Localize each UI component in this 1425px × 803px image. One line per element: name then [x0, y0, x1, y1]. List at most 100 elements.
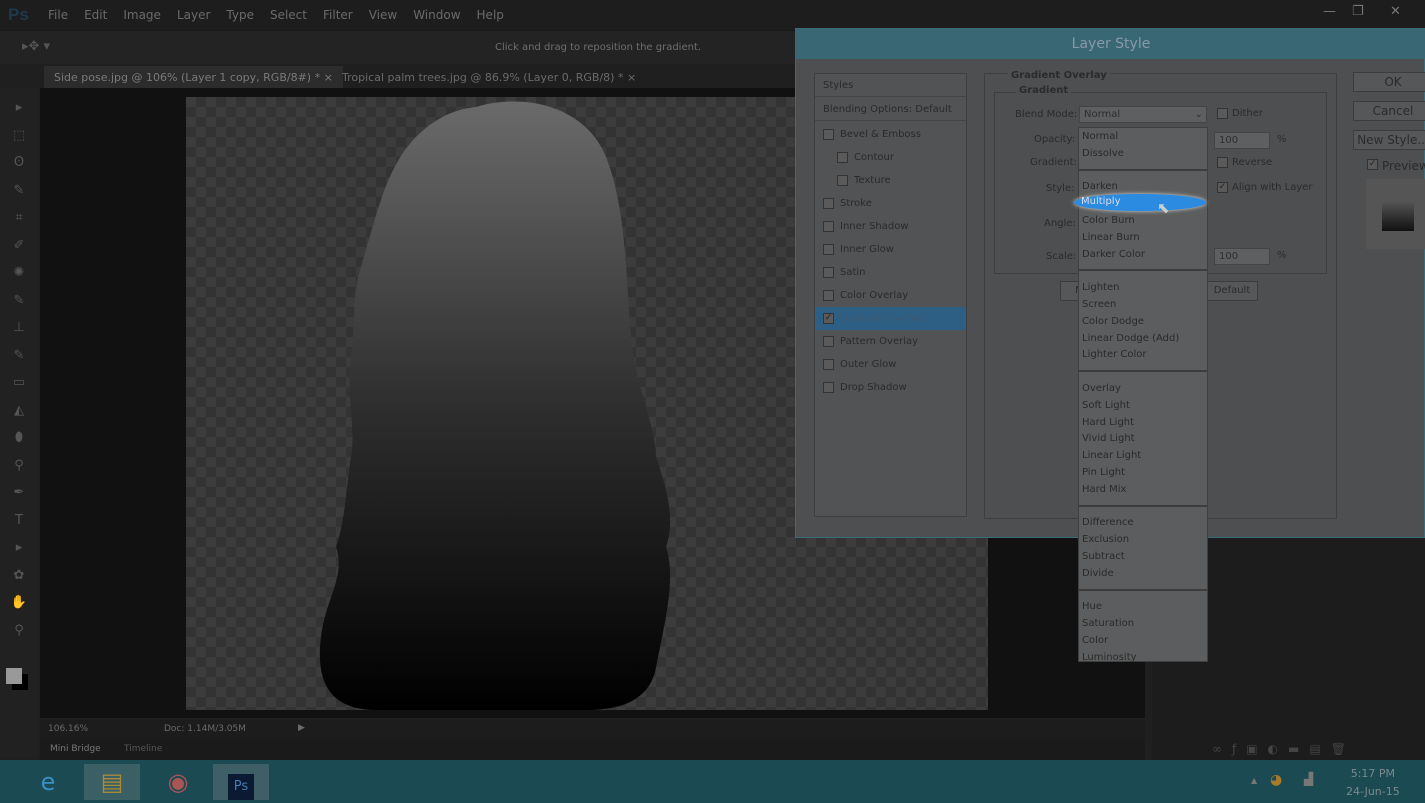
dropdown-option-lighter-color[interactable]: Lighter Color	[1082, 347, 1147, 364]
tray-app-icon[interactable]: ◕	[1270, 772, 1282, 788]
move-tool-icon[interactable]: ▸✥ ▾	[22, 39, 50, 54]
blend-mode-select[interactable]: Normal ⌄	[1079, 106, 1207, 123]
style-inner-glow[interactable]: Inner Glow	[815, 238, 966, 261]
style-inner-shadow[interactable]: Inner Shadow	[815, 215, 966, 238]
checkbox[interactable]	[823, 382, 834, 393]
dropdown-option-overlay[interactable]: Overlay	[1082, 381, 1121, 398]
dropdown-option-hard-mix[interactable]: Hard Mix	[1082, 482, 1126, 499]
cancel-button[interactable]: Cancel	[1353, 101, 1425, 121]
checkbox[interactable]	[823, 336, 834, 347]
dropdown-option-hard-light[interactable]: Hard Light	[1082, 415, 1134, 432]
dropdown-option-multiply[interactable]: Multiply	[1081, 196, 1121, 207]
tab-side-pose[interactable]: Side pose.jpg @ 106% (Layer 1 copy, RGB/…	[44, 66, 343, 88]
checkbox[interactable]	[823, 221, 834, 232]
dropdown-option-darker-color[interactable]: Darker Color	[1082, 247, 1145, 264]
dropdown-option-luminosity[interactable]: Luminosity	[1082, 650, 1137, 667]
checkbox[interactable]	[1217, 157, 1228, 168]
layer-actions-icons[interactable]: ∞ƒ▣◐▬▤🗑	[1212, 742, 1356, 756]
file-explorer-icon[interactable]: ▤	[84, 764, 140, 800]
color-swatches[interactable]	[6, 668, 22, 684]
menu-filter[interactable]: Filter	[323, 8, 353, 22]
dropdown-option-screen[interactable]: Screen	[1082, 297, 1116, 314]
dropdown-option-subtract[interactable]: Subtract	[1082, 549, 1125, 566]
style-texture[interactable]: Texture	[815, 169, 966, 192]
opacity-input[interactable]: 100	[1214, 132, 1270, 149]
tool-icon[interactable]: ⌗	[10, 210, 28, 226]
reverse-checkbox[interactable]: Reverse	[1217, 157, 1272, 168]
style-color-overlay[interactable]: Color Overlay	[815, 284, 966, 307]
network-icon[interactable]: ▟	[1304, 772, 1313, 786]
tool-icon[interactable]: ✋	[10, 595, 28, 611]
style-outer-glow[interactable]: Outer Glow	[815, 353, 966, 376]
checkbox[interactable]	[823, 290, 834, 301]
style-pattern-overlay[interactable]: Pattern Overlay	[815, 330, 966, 353]
checkbox[interactable]	[837, 152, 848, 163]
checkbox[interactable]	[823, 359, 834, 370]
dropdown-option-color[interactable]: Color	[1082, 633, 1108, 650]
checkmark-icon[interactable]: ✓	[1217, 182, 1228, 193]
close-button[interactable]: ✕	[1390, 4, 1401, 19]
style-drop-shadow[interactable]: Drop Shadow	[815, 376, 966, 399]
tool-icon[interactable]: ⬮	[10, 430, 28, 446]
tool-icon[interactable]: ▸	[10, 540, 28, 556]
tool-icon[interactable]: T	[10, 513, 28, 529]
tool-icon[interactable]: ⚲	[10, 623, 28, 639]
dropdown-option-color-dodge[interactable]: Color Dodge	[1082, 314, 1144, 331]
tool-icon[interactable]: ʘ	[10, 155, 28, 171]
menu-select[interactable]: Select	[270, 8, 307, 22]
tab-tropical-palm[interactable]: Tropical palm trees.jpg @ 86.9% (Layer 0…	[332, 66, 646, 88]
dropdown-option-difference[interactable]: Difference	[1082, 515, 1134, 532]
checkbox[interactable]	[1217, 108, 1228, 119]
menu-layer[interactable]: Layer	[177, 8, 210, 22]
tool-icon[interactable]: ✎	[10, 293, 28, 309]
styles-header[interactable]: Styles	[815, 74, 966, 97]
blending-options[interactable]: Blending Options: Default	[815, 98, 966, 121]
tool-icon[interactable]: ✒	[10, 485, 28, 501]
checkmark-icon[interactable]: ✓	[1367, 159, 1378, 170]
checkbox[interactable]	[823, 267, 834, 278]
internet-explorer-icon[interactable]: e	[20, 764, 76, 800]
tool-icon[interactable]: ⚲	[10, 458, 28, 474]
dropdown-option-lighten[interactable]: Lighten	[1082, 280, 1119, 297]
dropdown-option-linear-dodge-add-[interactable]: Linear Dodge (Add)	[1082, 331, 1179, 348]
menu-window[interactable]: Window	[413, 8, 460, 22]
checkbox[interactable]	[823, 244, 834, 255]
restore-button[interactable]: ❐	[1352, 4, 1364, 19]
checkbox[interactable]	[823, 198, 834, 209]
dropdown-option-hue[interactable]: Hue	[1082, 599, 1102, 616]
style-contour[interactable]: Contour	[815, 146, 966, 169]
tool-icon[interactable]: ✿	[10, 568, 28, 584]
dropdown-option-exclusion[interactable]: Exclusion	[1082, 532, 1129, 549]
checkbox[interactable]	[837, 175, 848, 186]
menu-file[interactable]: File	[48, 8, 68, 22]
tool-icon[interactable]: ◭	[10, 403, 28, 419]
tool-icon[interactable]: ▸	[10, 100, 28, 116]
menu-type[interactable]: Type	[226, 8, 254, 22]
tool-icon[interactable]: ✎	[10, 183, 28, 199]
dither-checkbox[interactable]: Dither	[1217, 108, 1263, 119]
photoshop-taskbar-button[interactable]: Ps	[213, 764, 269, 800]
dropdown-option-color-burn[interactable]: Color Burn	[1082, 213, 1135, 230]
tool-icon[interactable]: ⬚	[10, 128, 28, 144]
dropdown-option-linear-burn[interactable]: Linear Burn	[1082, 230, 1140, 247]
dropdown-option-darken[interactable]: Darken	[1082, 179, 1118, 196]
tool-icon[interactable]: ▭	[10, 375, 28, 391]
clock[interactable]: 5:17 PM 24-Jun-15	[1346, 767, 1400, 798]
dropdown-option-vivid-light[interactable]: Vivid Light	[1082, 431, 1135, 448]
style-bevel-emboss[interactable]: Bevel & Emboss	[815, 123, 966, 146]
menu-help[interactable]: Help	[477, 8, 504, 22]
dropdown-option-saturation[interactable]: Saturation	[1082, 616, 1134, 633]
checkmark-icon[interactable]: ✓	[823, 313, 834, 324]
dropdown-option-divide[interactable]: Divide	[1082, 566, 1114, 583]
new-style-button[interactable]: New Style...	[1353, 130, 1425, 150]
chrome-icon[interactable]: ◉	[150, 764, 206, 800]
style-gradient-overlay[interactable]: ✓ Gradient Overlay	[815, 307, 966, 330]
close-icon[interactable]: ×	[627, 71, 636, 84]
dropdown-option-linear-light[interactable]: Linear Light	[1082, 448, 1141, 465]
ok-button[interactable]: OK	[1353, 72, 1425, 92]
dropdown-option-dissolve[interactable]: Dissolve	[1082, 146, 1124, 163]
style-satin[interactable]: Satin	[815, 261, 966, 284]
checkbox[interactable]	[823, 129, 834, 140]
tool-icon[interactable]: ⊥	[10, 320, 28, 336]
dropdown-option-pin-light[interactable]: Pin Light	[1082, 465, 1125, 482]
